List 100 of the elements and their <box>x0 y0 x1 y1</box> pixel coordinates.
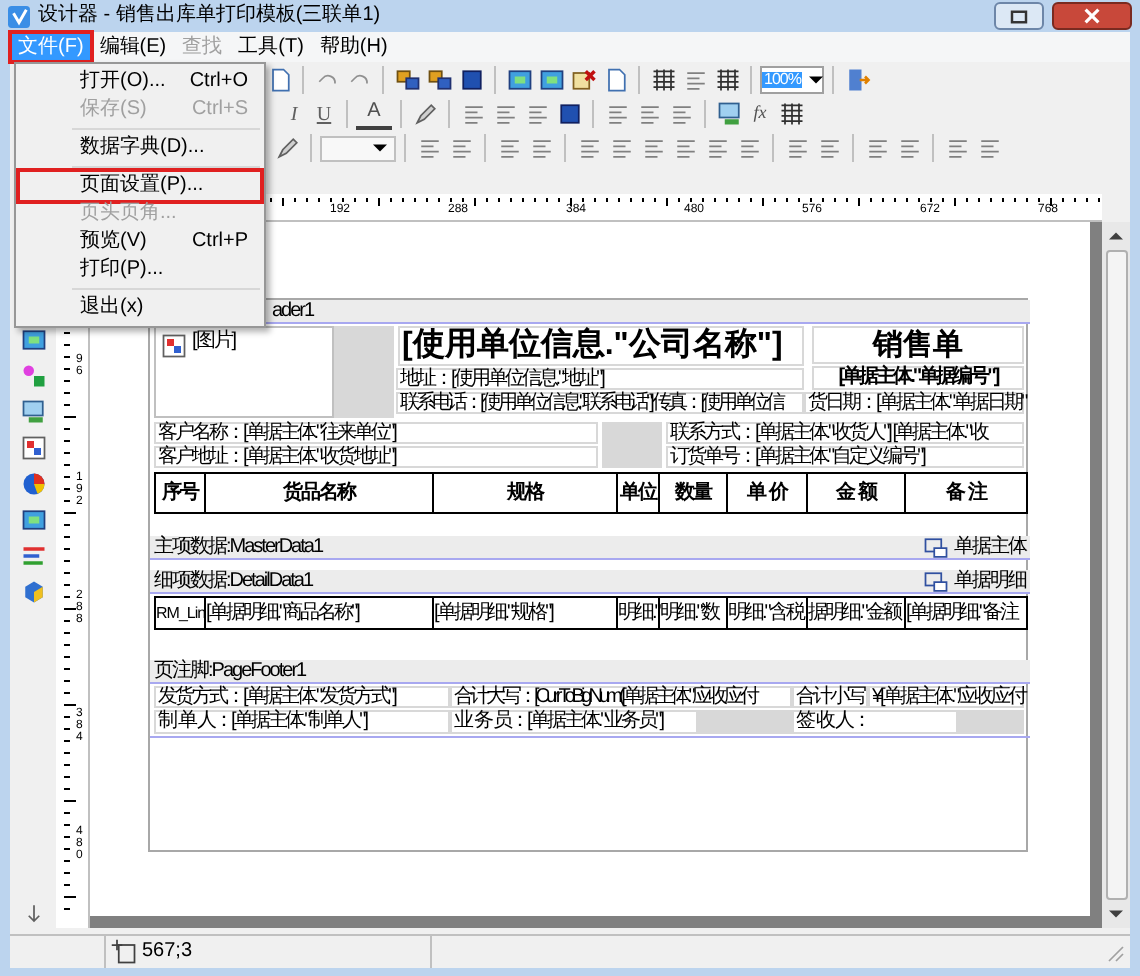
restore-icon <box>1010 9 1028 23</box>
cube-icon <box>19 578 47 606</box>
phone-fax-field: 联系电话：[使用单位信息."联系电话"] 传真：[使用单位信 <box>396 392 804 414</box>
picture-label: [图片] <box>192 332 236 352</box>
receiver-field: 签 收 人： <box>792 710 958 734</box>
cursor-position-icon <box>110 938 138 966</box>
detail-cell: [单据明细."规格"] <box>434 598 618 628</box>
menu-item[interactable]: 页面设置(P)... <box>20 172 260 200</box>
order-number-field: 订货单号：[单据主体."自定义编号"] <box>666 446 1024 468</box>
align-center-icon <box>491 100 519 128</box>
send-back-icon <box>425 66 453 94</box>
font-color-button[interactable]: A <box>356 99 392 129</box>
bring-front-icon-button[interactable] <box>392 65 422 95</box>
column-header: 金 额 <box>808 474 906 512</box>
menu-item[interactable]: 打开(O)... Ctrl+O <box>20 68 260 96</box>
pie-chart-icon <box>19 470 47 498</box>
app-logo-icon <box>8 5 30 27</box>
salesman-field: 业 务 员：[单据主体."业务员"] <box>450 710 698 734</box>
align-icon <box>495 134 523 162</box>
close-icon <box>1084 8 1100 24</box>
column-header: 货品名称 <box>206 474 434 512</box>
table-icon-button[interactable] <box>712 65 742 95</box>
close-button[interactable] <box>1052 2 1132 30</box>
menu-item[interactable]: 打印(P)... <box>20 256 260 284</box>
band-label: ader1 <box>272 301 314 321</box>
menu-item[interactable]: 帮助(H) <box>311 32 396 62</box>
bring-front-icon <box>393 66 421 94</box>
send-back-icon-button[interactable] <box>424 65 454 95</box>
customer-name-field: 客户名称：[单据主体."往来单位"] <box>154 422 598 444</box>
align-icon <box>527 134 555 162</box>
link-icon <box>922 567 950 595</box>
total-lower-field: ¥[单据主体."应收应付 <box>868 686 1024 708</box>
band-source: 单据明细 <box>954 571 1026 591</box>
delete-icon <box>569 66 597 94</box>
band-label: 细项数据:DetailData1 <box>154 571 313 591</box>
column-header: 序号 <box>156 474 206 512</box>
picture-frame-icon <box>19 434 47 462</box>
align-icon <box>575 134 603 162</box>
monitor-icon <box>715 100 743 128</box>
italic-button[interactable]: I <box>280 99 308 129</box>
empty-field <box>334 326 394 418</box>
detail-cell: 据明细."金额 <box>808 598 906 628</box>
detail-cell: 明细."数 <box>660 598 728 628</box>
doc-title-field: 销售单 <box>812 326 1024 364</box>
menu-item[interactable]: 编辑(E) <box>91 32 175 62</box>
monitor-icon-button[interactable] <box>714 99 744 129</box>
underline-button[interactable]: U <box>310 99 338 129</box>
exit-icon <box>843 66 871 94</box>
menu-item[interactable]: 工具(T) <box>230 32 312 62</box>
doc-date-field: 货日期：[单据主体."单据日期" <box>804 392 1024 414</box>
formula-button[interactable]: fx <box>746 99 774 129</box>
menu-item[interactable]: 数据字典(D)... <box>20 134 260 162</box>
align-icon <box>607 134 635 162</box>
detail-cell: [单据明细."商品名称"] <box>206 598 434 628</box>
delete-icon-button[interactable] <box>568 65 598 95</box>
menu-item[interactable]: 预览(V) Ctrl+P <box>20 228 260 256</box>
picture-icon <box>160 332 188 360</box>
column-header: 备 注 <box>944 478 989 508</box>
company-field: [使用单位信息."公司名称"] <box>398 326 804 366</box>
detail-cell: RM_Lin <box>156 598 206 628</box>
square-icon-button[interactable] <box>456 65 486 95</box>
column-header: 单 价 <box>728 474 808 512</box>
align-icon <box>735 134 763 162</box>
band-label: 主项数据:MasterData1 <box>154 537 323 557</box>
link-icon <box>922 533 950 561</box>
detail-cell: 明细."含税 <box>728 598 808 628</box>
pen-icon-button[interactable] <box>410 99 440 129</box>
vertical-scrollbar[interactable] <box>1102 222 1130 928</box>
address-field: 地址：[使用单位信息."地址"] <box>396 368 804 390</box>
contact-field: 联系方式：[单据主体."收货人"] [单据主体."收 <box>666 422 1024 444</box>
square-icon <box>457 66 485 94</box>
band-source: 单据主体 <box>954 537 1026 557</box>
align-icon <box>639 134 667 162</box>
line-style-select[interactable] <box>320 135 396 161</box>
pen-icon-button[interactable] <box>272 133 302 163</box>
zoom-value: 100% <box>762 72 803 88</box>
align-icon <box>415 134 443 162</box>
align-right-icon <box>523 100 551 128</box>
pen-icon <box>273 134 301 162</box>
align-icon <box>703 134 731 162</box>
restore-button[interactable] <box>994 2 1044 30</box>
menu-item[interactable]: 退出(x) <box>20 294 260 322</box>
column-header: 单位 <box>618 474 660 512</box>
shapes-icon <box>19 362 47 390</box>
maker-field: 制 单 人：[单据主体."制单人"] <box>154 710 450 734</box>
empty-field <box>602 422 662 468</box>
total-upper-field: 合计大写：[CurrToBigNum([单据主体."应收应付 <box>450 686 792 708</box>
customer-address-field: 客户地址：[单据主体."收货地址"] <box>154 446 598 468</box>
monitor-icon <box>19 398 47 426</box>
window-title: 设计器 - 销售出库单打印模板(三联单1) <box>38 6 381 26</box>
shipping-field: 发货方式：[单据主体."发货方式"] <box>154 686 450 708</box>
picture-frame-icon <box>19 326 47 354</box>
align-left-icon <box>459 100 487 128</box>
column-header: 数量 <box>660 474 728 512</box>
detail-cell-text: [单据明细."备注 <box>906 599 1021 628</box>
align-icon <box>447 134 475 162</box>
align-icon <box>671 134 699 162</box>
grid-icon-button[interactable] <box>648 65 678 95</box>
grid-icon <box>649 66 677 94</box>
pen-icon <box>411 100 439 128</box>
